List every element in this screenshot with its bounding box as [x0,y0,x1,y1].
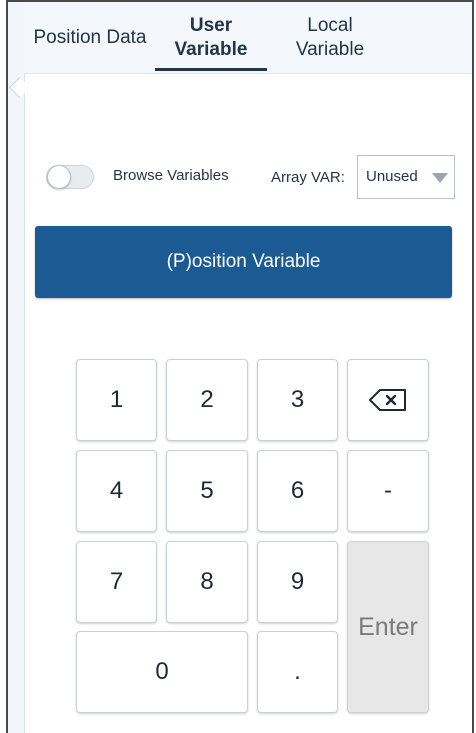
dropdown-caret-icon [432,173,448,183]
array-var-label: Array VAR: [271,169,345,186]
tab-local-variable-label: Local Variable [295,14,365,60]
tab-position-data[interactable]: Position Data [28,2,152,73]
toggle-knob [47,165,71,189]
side-panel-edge [8,2,25,733]
backspace-icon [369,389,406,411]
key-2[interactable]: 2 [166,359,248,441]
key-6[interactable]: 6 [257,450,338,532]
key-decimal-point[interactable]: . [257,631,338,713]
key-0[interactable]: 0 [76,631,248,713]
tab-local-variable[interactable]: Local Variable [278,2,382,73]
key-7[interactable]: 7 [76,541,157,623]
tab-user-variable[interactable]: User Variable [154,2,268,73]
enter-key[interactable]: Enter [347,541,429,713]
backspace-key[interactable] [347,359,429,441]
browse-variables-toggle[interactable] [46,165,94,189]
position-variable-button[interactable]: (P)osition Variable [35,226,452,298]
key-1[interactable]: 1 [76,359,157,441]
array-var-value: Unused [366,168,418,185]
tab-user-variable-label: User Variable [174,14,248,60]
key-9[interactable]: 9 [257,541,338,623]
key-8[interactable]: 8 [166,541,248,623]
tab-bar: Position Data User Variable Local Variab… [24,2,472,74]
browse-variables-label: Browse Variables [113,167,229,184]
active-tab-indicator [155,68,267,71]
tab-position-data-label: Position Data [33,26,147,48]
key-5[interactable]: 5 [166,450,248,532]
array-var-select[interactable]: Unused [357,155,455,199]
key-minus[interactable]: - [347,450,429,532]
window-frame-right [472,0,474,733]
key-3[interactable]: 3 [257,359,338,441]
key-4[interactable]: 4 [76,450,157,532]
